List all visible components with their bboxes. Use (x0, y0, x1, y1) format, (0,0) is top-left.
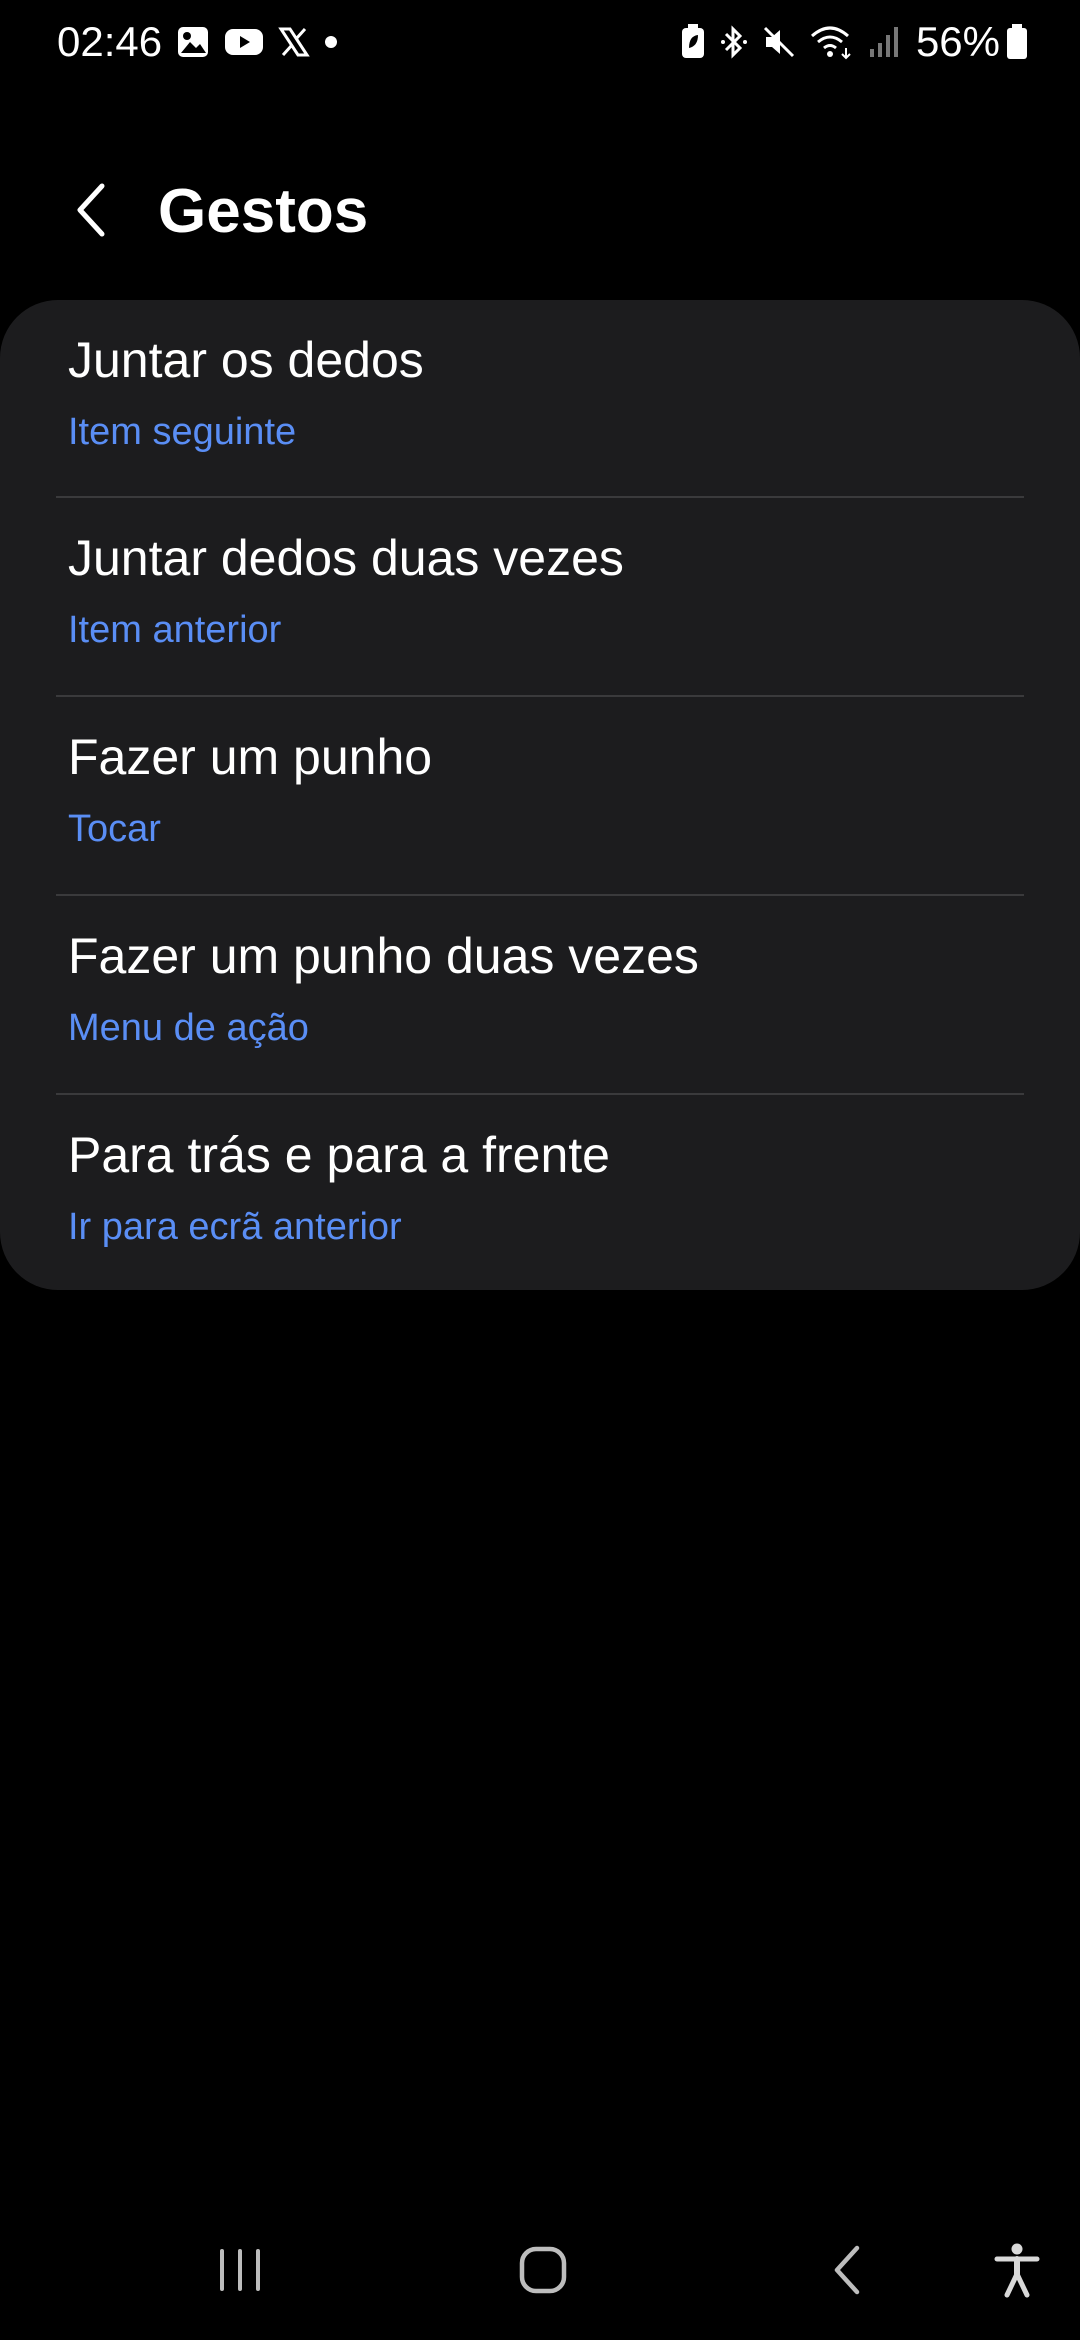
gesture-action: Menu de ação (68, 1007, 309, 1049)
bluetooth-icon (720, 24, 748, 60)
gallery-icon (176, 25, 210, 59)
accessibility-icon (994, 2243, 1040, 2298)
gesture-item-double-pinch[interactable]: Juntar dedos duas vezes Item anterior (0, 498, 1080, 696)
mute-icon (762, 25, 796, 59)
chevron-left-icon (77, 183, 105, 237)
status-bar: 02:46 56% (0, 0, 1080, 84)
dot-icon (324, 35, 338, 49)
battery-icon (1006, 24, 1028, 60)
wifi-icon (810, 24, 854, 60)
gestures-list: Juntar os dedos Item seguinte Juntar ded… (0, 300, 1080, 1290)
status-time: 02:46 (57, 18, 163, 65)
gesture-item-double-fist[interactable]: Fazer um punho duas vezes Menu de ação (0, 896, 1080, 1094)
battery-saver-icon (680, 24, 706, 60)
navigation-bar (0, 2200, 1080, 2340)
gesture-item-pinch[interactable]: Juntar os dedos Item seguinte (0, 300, 1080, 498)
gesture-action: Ir para ecrã anterior (68, 1206, 402, 1248)
gesture-title: Juntar os dedos (68, 332, 424, 388)
accessibility-button[interactable] (972, 2230, 1062, 2310)
notification-icons (176, 20, 352, 64)
youtube-icon (224, 27, 264, 57)
gesture-title: Fazer um punho duas vezes (68, 928, 699, 984)
app-bar: Gestos (0, 150, 1080, 270)
recents-icon (220, 2249, 260, 2291)
gesture-title: Fazer um punho (68, 729, 433, 785)
gesture-action: Item seguinte (68, 411, 297, 453)
home-icon (519, 2246, 567, 2294)
battery-percent: 56% (915, 18, 1000, 65)
gesture-title: Juntar dedos duas vezes (68, 530, 624, 586)
home-button[interactable] (498, 2230, 588, 2310)
back-icon (834, 2245, 860, 2295)
system-status-icons: 56% (666, 14, 1028, 70)
page-title: Gestos (158, 177, 369, 246)
nav-back-button[interactable] (802, 2230, 892, 2310)
back-button[interactable] (52, 172, 128, 248)
gesture-action: Item anterior (68, 609, 282, 651)
gesture-item-back-and-forth[interactable]: Para trás e para a frente Ir para ecrã a… (0, 1095, 1080, 1293)
signal-icon (868, 25, 898, 59)
gesture-title: Para trás e para a frente (68, 1127, 610, 1183)
gesture-action: Tocar (68, 808, 161, 850)
x-icon (278, 26, 310, 58)
gesture-item-fist[interactable]: Fazer um punho Tocar (0, 697, 1080, 895)
recents-button[interactable] (195, 2230, 285, 2310)
